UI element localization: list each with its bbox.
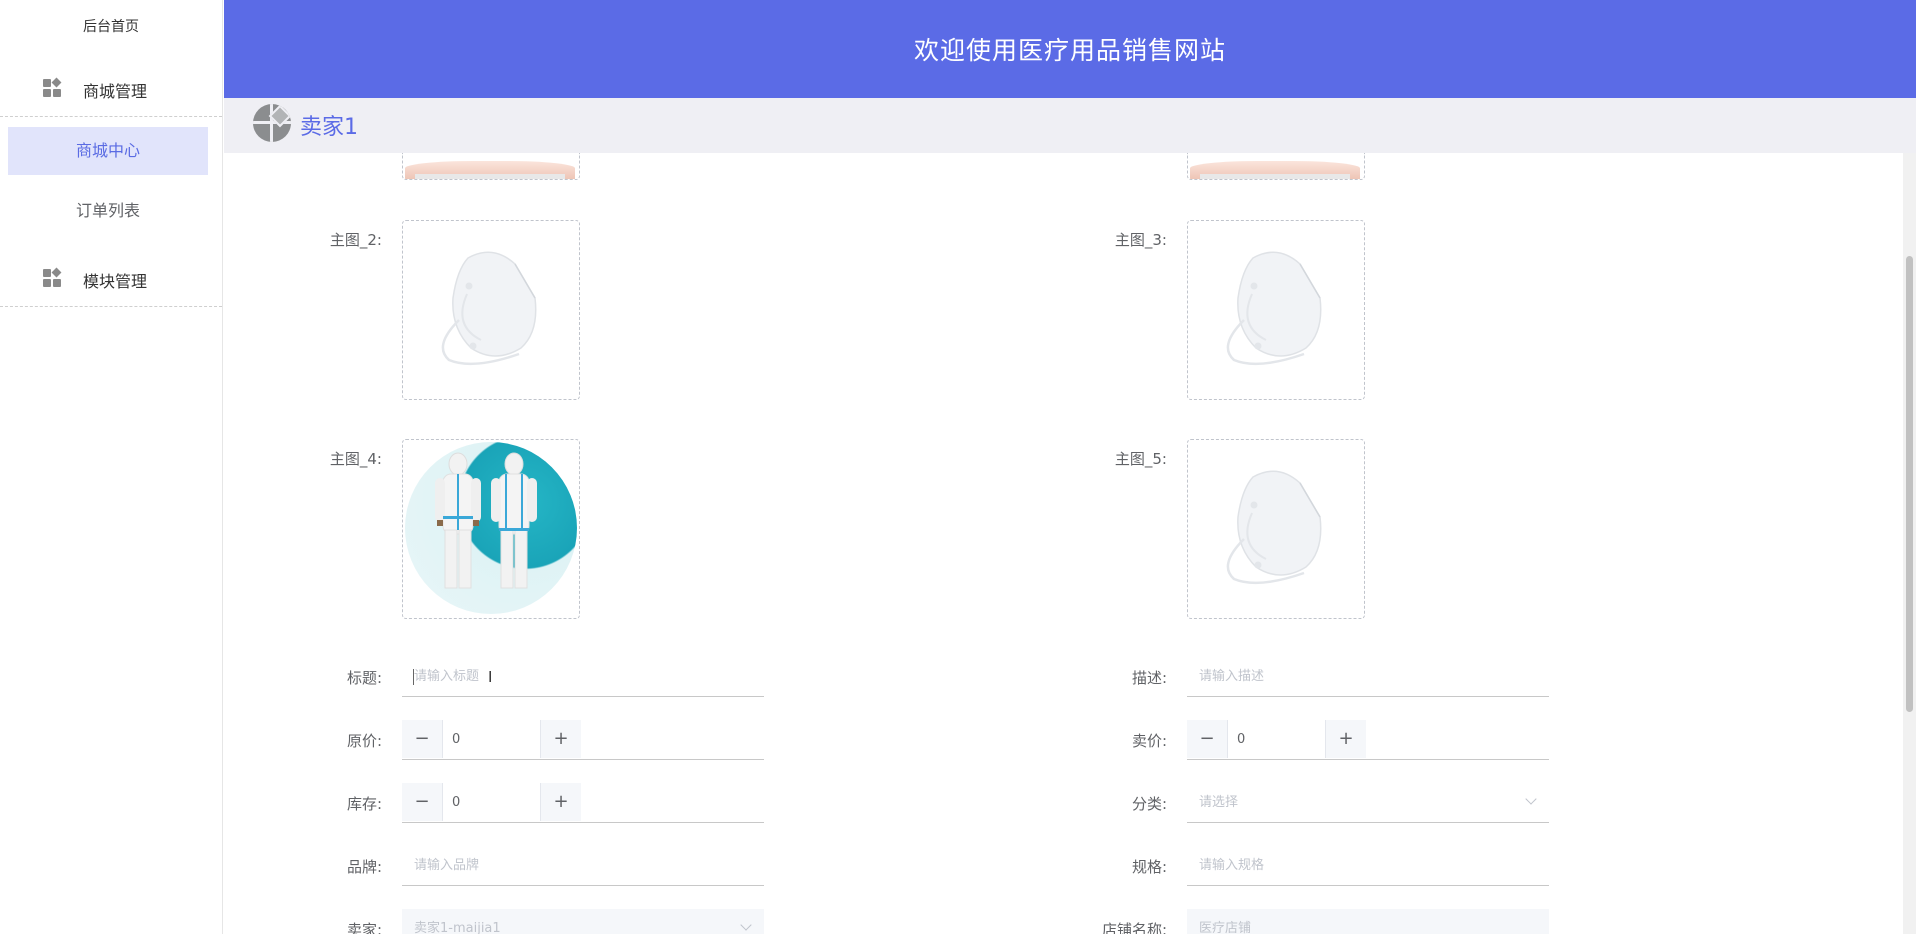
- shop-value: 医疗店铺: [1199, 921, 1252, 934]
- sale-price-value[interactable]: 0: [1237, 720, 1245, 760]
- image-upload-2[interactable]: [402, 220, 580, 400]
- increment-button[interactable]: +: [540, 720, 581, 758]
- increment-button[interactable]: +: [1325, 720, 1366, 758]
- seller-select: 卖家1-maijia1: [402, 909, 764, 934]
- brand-label: 品牌:: [346, 858, 382, 876]
- title-placeholder: 请输入标题: [414, 669, 480, 684]
- username: 卖家1: [300, 115, 358, 140]
- stock-value[interactable]: 0: [452, 783, 460, 823]
- seller-label: 卖家:: [346, 921, 382, 934]
- decrement-button[interactable]: −: [402, 783, 443, 821]
- user-bar: 卖家1: [224, 98, 1916, 153]
- category-select[interactable]: 请选择: [1187, 783, 1549, 823]
- sale-price-stepper[interactable]: − 0 +: [1187, 720, 1549, 760]
- text-cursor-icon: I: [488, 668, 493, 686]
- image-4-label: 主图_4:: [329, 450, 382, 468]
- mask-image: [441, 251, 537, 366]
- text-caret: [413, 669, 414, 685]
- scrollbar-thumb[interactable]: [1906, 256, 1913, 712]
- brand-input[interactable]: 请输入品牌: [402, 846, 764, 886]
- chevron-down-icon: [1525, 793, 1537, 805]
- sidebar: 后台首页 商城管理 商城中心 订单列表 模块管理: [0, 0, 223, 934]
- sidebar-group-label: 模块管理: [83, 272, 148, 291]
- spec-label: 规格:: [1131, 858, 1167, 876]
- image-upload-2[interactable]: [1187, 153, 1365, 180]
- mask-image: [1226, 470, 1322, 585]
- mask-image: [1226, 251, 1322, 366]
- grid-icon: [43, 267, 62, 287]
- sidebar-group-mall[interactable]: 商城管理: [0, 60, 222, 117]
- image-2-label: 主图_2:: [329, 231, 382, 249]
- edit-form: 主图_2: 主图_3: 主图_4: 主图_5: 标题: 请输入标题 I 描述: …: [232, 153, 1904, 934]
- sidebar-group-label: 商城管理: [83, 82, 148, 101]
- sidebar-item-mall-center[interactable]: 商城中心: [8, 127, 208, 175]
- stock-label: 库存:: [346, 795, 382, 813]
- sidebar-group-modules[interactable]: 模块管理: [0, 250, 222, 307]
- image-upload-3[interactable]: [1187, 220, 1365, 400]
- decrement-button[interactable]: −: [1187, 720, 1228, 758]
- desc-input[interactable]: 请输入描述: [1187, 657, 1549, 697]
- top-header: 欢迎使用医疗用品销售网站: [224, 0, 1916, 98]
- category-label: 分类:: [1131, 795, 1167, 813]
- grid-icon: [43, 77, 62, 97]
- spec-input[interactable]: 请输入规格: [1187, 846, 1549, 886]
- image-3-label: 主图_3:: [1114, 231, 1167, 249]
- chevron-down-icon: [740, 919, 752, 931]
- product-image: [1190, 161, 1360, 179]
- brand-placeholder: 请输入品牌: [414, 858, 480, 873]
- scrollbar[interactable]: [1903, 153, 1916, 934]
- desc-label: 描述:: [1131, 669, 1167, 687]
- sidebar-home-link[interactable]: 后台首页: [0, 16, 222, 36]
- sale-price-label: 卖价:: [1131, 732, 1167, 750]
- avatar[interactable]: [253, 104, 291, 142]
- image-upload-4[interactable]: [402, 439, 580, 619]
- orig-price-stepper[interactable]: − 0 +: [402, 720, 764, 760]
- image-5-label: 主图_5:: [1114, 450, 1167, 468]
- protective-suit-image: [405, 442, 577, 614]
- orig-price-label: 原价:: [346, 732, 382, 750]
- desc-placeholder: 请输入描述: [1199, 669, 1265, 684]
- image-upload-5[interactable]: [1187, 439, 1365, 619]
- sidebar-item-order-list[interactable]: 订单列表: [8, 187, 208, 235]
- seller-value: 卖家1-maijia1: [414, 921, 501, 934]
- increment-button[interactable]: +: [540, 783, 581, 821]
- stock-stepper[interactable]: − 0 +: [402, 783, 764, 823]
- product-image: [405, 161, 575, 179]
- title-label: 标题:: [346, 669, 382, 687]
- orig-price-value[interactable]: 0: [452, 720, 460, 760]
- category-placeholder: 请选择: [1199, 795, 1239, 810]
- shop-label: 店铺名称:: [1101, 921, 1167, 934]
- spec-placeholder: 请输入规格: [1199, 858, 1265, 873]
- decrement-button[interactable]: −: [402, 720, 443, 758]
- shop-name-input: 医疗店铺: [1187, 909, 1549, 934]
- title-input[interactable]: 请输入标题 I: [402, 657, 764, 697]
- image-upload-1[interactable]: [402, 153, 580, 180]
- site-title: 欢迎使用医疗用品销售网站: [913, 36, 1226, 65]
